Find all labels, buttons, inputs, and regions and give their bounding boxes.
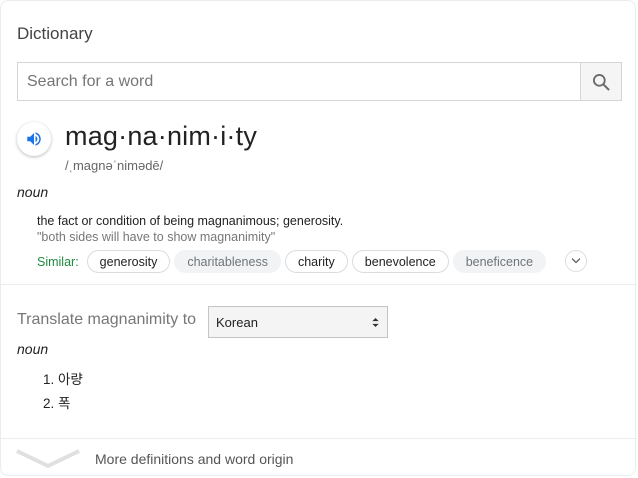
language-select-value: Korean <box>216 314 258 330</box>
search-input[interactable] <box>18 63 580 100</box>
similar-words: Similar: generosity charitableness chari… <box>37 249 547 274</box>
expand-similar-button[interactable] <box>565 250 587 272</box>
similar-chip-charitableness[interactable]: charitableness <box>174 250 281 273</box>
translation-item: 1. 아량 <box>43 372 83 387</box>
definition: the fact or condition of being magnanimo… <box>37 214 344 228</box>
section-divider <box>1 284 637 285</box>
card-title: Dictionary <box>17 24 93 43</box>
similar-chip-benevolence[interactable]: benevolence <box>351 250 449 273</box>
example-sentence: "both sides will have to show magnanimit… <box>37 230 276 244</box>
dictionary-card: Dictionary mag·na·nim·i·ty /ˌmaɡnəˈniməd… <box>0 0 637 476</box>
translate-label: Translate magnanimity to <box>17 311 197 328</box>
translation-item: 2. 폭 <box>43 396 71 411</box>
language-select[interactable]: Korean <box>208 306 388 338</box>
pronounce-button[interactable] <box>17 122 51 156</box>
similar-chip-generosity[interactable]: generosity <box>86 250 171 273</box>
similar-label: Similar: <box>37 254 79 269</box>
similar-chip-beneficence[interactable]: beneficence <box>452 250 547 273</box>
translation-part-of-speech: noun <box>17 341 49 357</box>
footer-divider <box>1 438 637 439</box>
headword: mag·na·nim·i·ty <box>65 121 258 151</box>
select-arrows-icon <box>372 317 379 327</box>
expand-chevron-icon <box>571 258 581 264</box>
pronunciation: /ˌmaɡnəˈnimədē/ <box>65 158 164 173</box>
search-icon <box>593 73 610 90</box>
more-definitions-link[interactable]: More definitions and word origin <box>95 451 293 467</box>
search-box <box>17 62 622 101</box>
chevron-down-icon <box>16 449 80 468</box>
speaker-icon <box>27 132 41 146</box>
similar-chip-charity[interactable]: charity <box>284 250 348 273</box>
search-button[interactable] <box>580 63 621 100</box>
part-of-speech: noun <box>17 184 49 200</box>
more-definitions-toggle[interactable] <box>15 448 81 475</box>
